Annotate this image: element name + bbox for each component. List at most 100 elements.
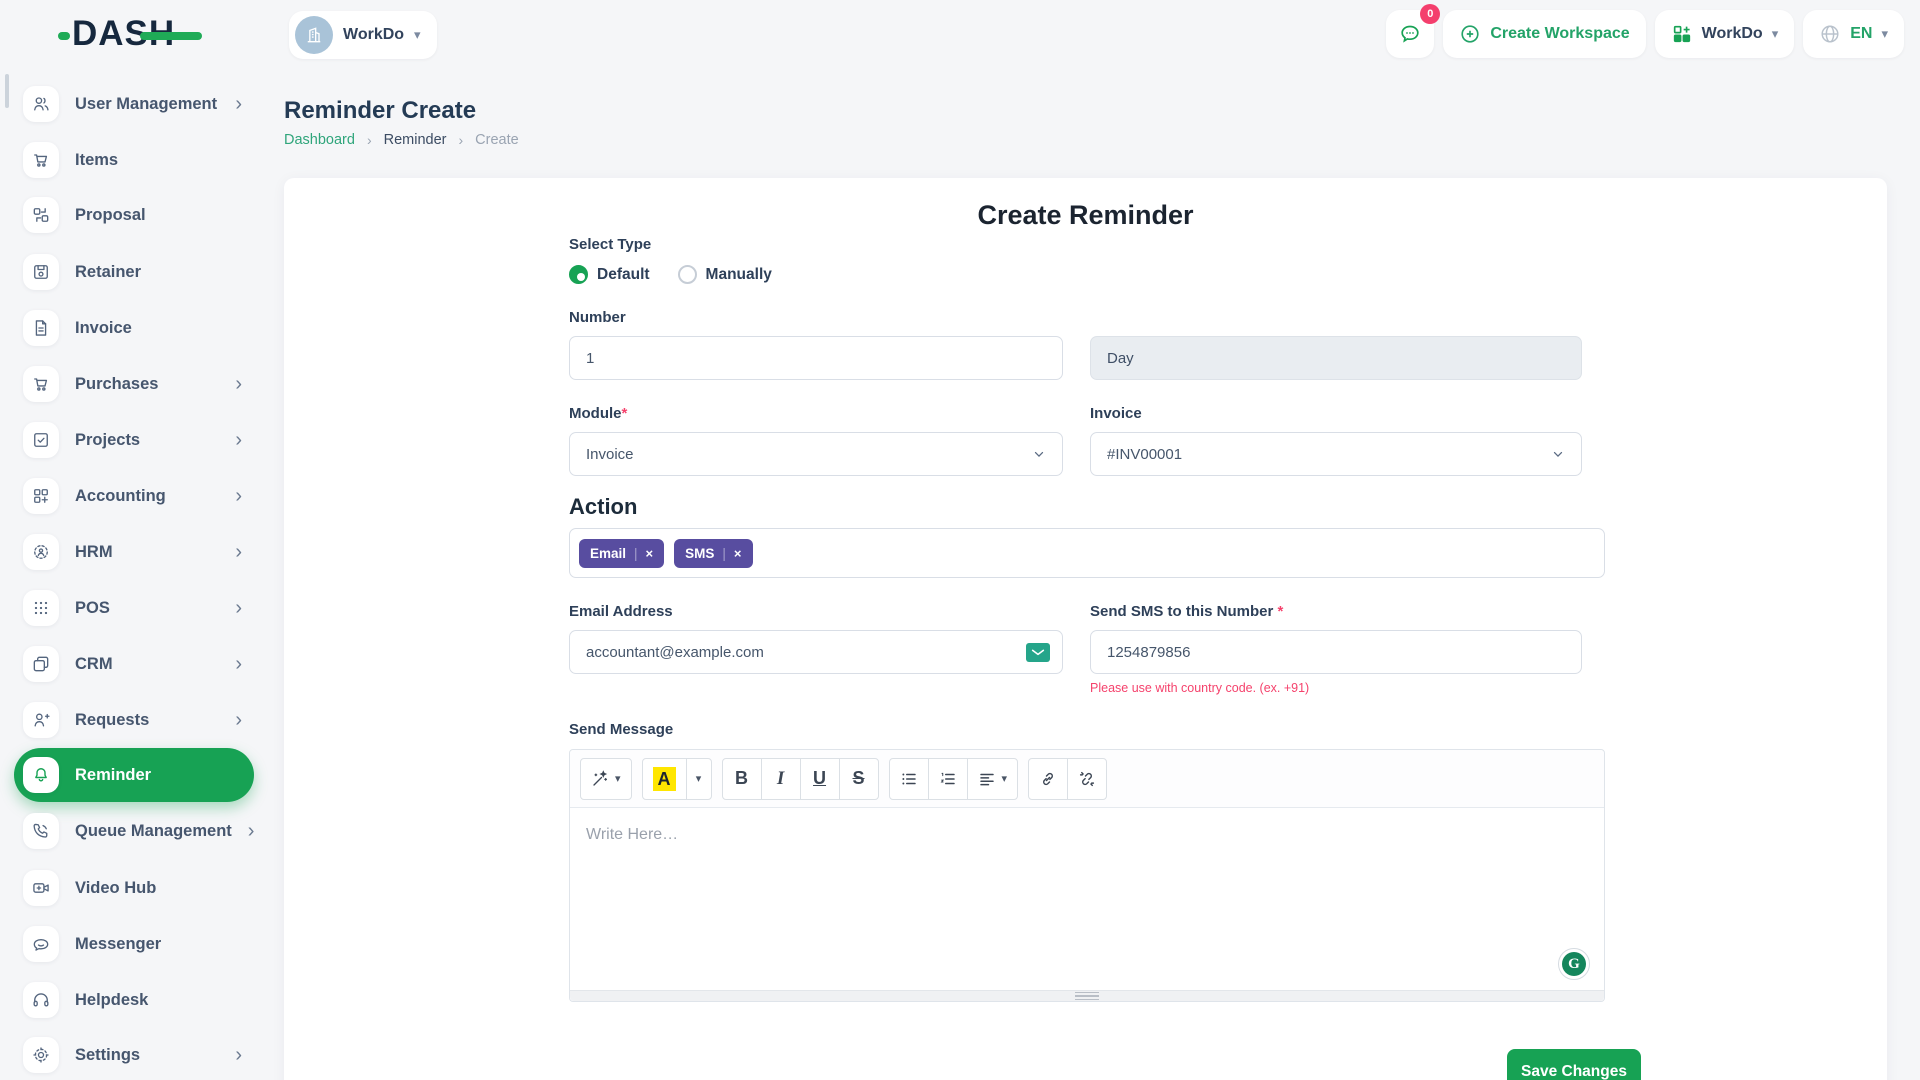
radio-unchecked-icon[interactable] [678, 265, 697, 284]
message-editing-area[interactable]: Write Here… G [570, 808, 1604, 1002]
chevron-right-icon: › [235, 710, 242, 730]
gear-icon [23, 1037, 59, 1073]
sidebar-item-label: Messenger [75, 935, 242, 954]
sidebar-item-crm[interactable]: CRM › [14, 637, 254, 691]
building-icon [304, 25, 324, 45]
proposal-icon [23, 197, 59, 233]
unlink-button[interactable] [1067, 758, 1107, 800]
select-type-radio-group: Default Manually [569, 265, 772, 284]
globe-icon [1819, 23, 1841, 45]
sidebar: User Management › Items Proposal Retaine… [0, 66, 262, 1080]
underline-button[interactable]: U [800, 758, 840, 800]
sidebar-item-label: Settings [75, 1046, 219, 1065]
radio-manually[interactable]: Manually [678, 265, 772, 284]
select-type-label: Select Type [569, 236, 651, 253]
ordered-list-button[interactable] [928, 758, 968, 800]
sidebar-item-label: Projects [75, 431, 219, 450]
breadcrumb-create: Create [475, 132, 519, 148]
floppy-icon [23, 254, 59, 290]
sidebar-item-label: User Management [75, 95, 219, 114]
sidebar-item-label: CRM [75, 655, 219, 674]
sidebar-item-purchases[interactable]: Purchases › [14, 357, 254, 411]
grammarly-icon[interactable]: G [1558, 948, 1590, 980]
sidebar-item-user-management[interactable]: User Management › [14, 77, 254, 131]
save-changes-button[interactable]: Save Changes [1507, 1049, 1641, 1080]
chat-bubble-icon [1398, 22, 1422, 46]
sidebar-item-label: Accounting [75, 487, 219, 506]
phone-icon [23, 813, 59, 849]
chevron-right-icon: › [458, 132, 463, 148]
notifications-button[interactable]: 0 [1386, 10, 1434, 58]
document-icon [23, 310, 59, 346]
sidebar-item-helpdesk[interactable]: Helpdesk [14, 973, 254, 1027]
sidebar-item-messenger[interactable]: Messenger [14, 917, 254, 971]
number-unit-input [1090, 336, 1582, 380]
sidebar-item-label: Helpdesk [75, 991, 242, 1010]
unlink-icon [1078, 770, 1096, 788]
sidebar-item-reminder[interactable]: Reminder [14, 748, 254, 802]
company-menu-button[interactable]: WorkDo ▾ [1655, 10, 1795, 58]
sidebar-item-projects[interactable]: Projects › [14, 413, 254, 467]
form-heading: Create Reminder [284, 200, 1887, 231]
headset-icon [23, 982, 59, 1018]
breadcrumb-dashboard-link[interactable]: Dashboard [284, 132, 355, 148]
workspace-selector[interactable]: WorkDo ▾ [289, 11, 437, 59]
sidebar-item-accounting[interactable]: Accounting › [14, 469, 254, 523]
mail-extension-icon[interactable] [1026, 643, 1050, 662]
module-label: Module* [569, 405, 627, 422]
chevron-down-icon: ▾ [1881, 26, 1888, 42]
font-color-button[interactable]: A [642, 758, 687, 800]
sidebar-item-hrm[interactable]: HRM › [14, 525, 254, 579]
sms-number-input[interactable] [1090, 630, 1582, 674]
paragraph-align-button[interactable]: ▾ [967, 758, 1019, 800]
chevron-right-icon: › [235, 430, 242, 450]
sidebar-item-retainer[interactable]: Retainer [14, 245, 254, 299]
bold-button[interactable]: B [722, 758, 762, 800]
sidebar-item-requests[interactable]: Requests › [14, 693, 254, 747]
create-reminder-card: Create Reminder Select Type Default Manu… [284, 178, 1887, 1080]
chevron-right-icon: › [235, 1045, 242, 1065]
message-editor: ▾ A ▾ B I U S [569, 749, 1605, 1002]
sidebar-item-pos[interactable]: POS › [14, 581, 254, 635]
tag-email[interactable]: Email | × [579, 539, 664, 568]
remove-tag-icon[interactable]: × [734, 546, 742, 561]
number-input[interactable] [569, 336, 1063, 380]
invoice-select[interactable]: #INV00001 [1090, 432, 1582, 476]
create-workspace-button[interactable]: Create Workspace [1443, 10, 1645, 58]
insert-link-button[interactable] [1028, 758, 1068, 800]
sidebar-item-label: Retainer [75, 263, 242, 282]
remove-tag-icon[interactable]: × [646, 546, 654, 561]
sidebar-item-settings[interactable]: Settings › [14, 1028, 254, 1080]
font-color-more-button[interactable]: ▾ [686, 758, 712, 800]
workspace-avatar [295, 16, 333, 54]
breadcrumb-reminder[interactable]: Reminder [384, 132, 447, 148]
module-select[interactable]: Invoice [569, 432, 1063, 476]
sidebar-item-queue-management[interactable]: Queue Management › [14, 804, 254, 858]
italic-button[interactable]: I [761, 758, 801, 800]
create-workspace-label: Create Workspace [1490, 25, 1629, 43]
invoice-select-value: #INV00001 [1107, 446, 1182, 463]
action-tags-input[interactable]: Email | × SMS | × [569, 528, 1605, 578]
unordered-list-button[interactable] [889, 758, 929, 800]
link-icon [1039, 770, 1057, 788]
sidebar-item-video-hub[interactable]: Video Hub [14, 861, 254, 915]
radio-default[interactable]: Default [569, 265, 650, 284]
sidebar-item-proposal[interactable]: Proposal [14, 188, 254, 242]
tag-sms[interactable]: SMS | × [674, 539, 752, 568]
sidebar-scrollbar[interactable] [5, 74, 9, 108]
strikethrough-button[interactable]: S [839, 758, 879, 800]
sidebar-item-invoice[interactable]: Invoice [14, 301, 254, 355]
radio-checked-icon[interactable] [569, 265, 588, 284]
cart-icon [23, 142, 59, 178]
page-title: Reminder Create [284, 97, 476, 125]
user-plus-icon [23, 702, 59, 738]
company-menu-label: WorkDo [1702, 25, 1763, 43]
language-selector[interactable]: EN ▾ [1803, 10, 1904, 58]
workspace-name: WorkDo [343, 26, 404, 44]
tag-divider: | [634, 546, 638, 561]
sidebar-item-items[interactable]: Items [14, 133, 254, 187]
style-magic-button[interactable]: ▾ [580, 758, 632, 800]
email-address-input[interactable] [569, 630, 1063, 674]
app-logo[interactable]: DASH [58, 13, 208, 57]
editor-resize-handle[interactable] [570, 990, 1604, 1001]
